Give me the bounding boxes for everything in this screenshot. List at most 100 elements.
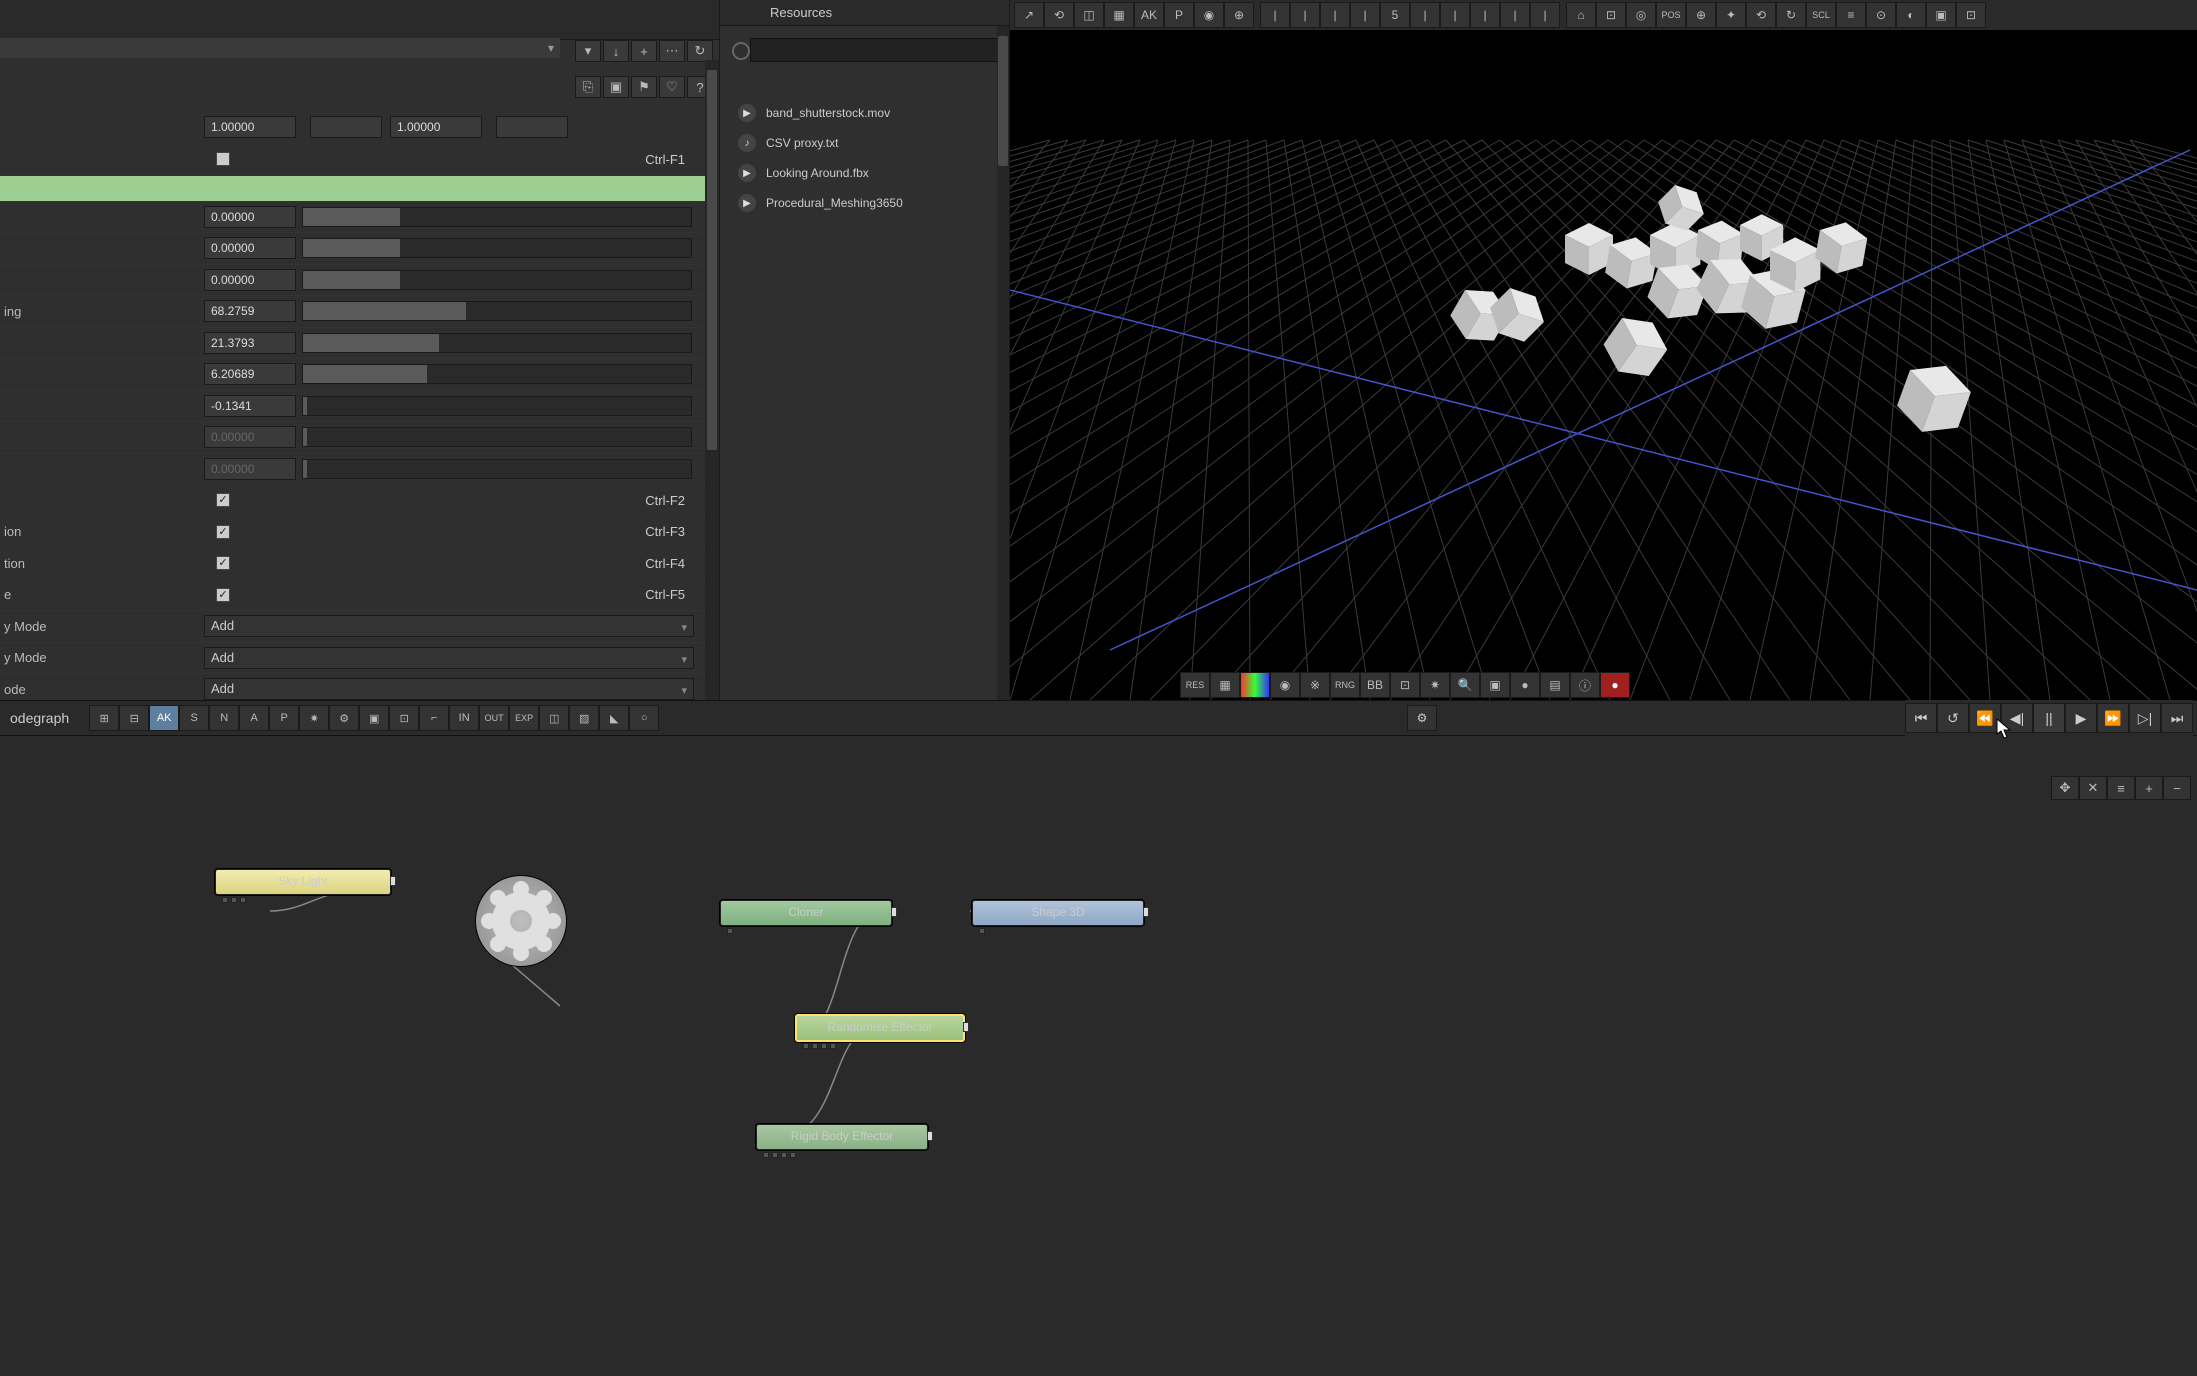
zoom-close-button[interactable]: ✕	[2079, 776, 2107, 800]
zoom-in-button[interactable]: +	[2135, 776, 2163, 800]
zoom-button[interactable]: 🔍	[1450, 672, 1480, 698]
prop-checkbox[interactable]: ✓	[216, 556, 230, 570]
frame-button[interactable]: 5	[1380, 2, 1410, 28]
prop-checkbox[interactable]: ✓	[216, 525, 230, 539]
in-button[interactable]: IN	[449, 705, 479, 731]
playback-step-fwd-button[interactable]: ▷|	[2129, 703, 2161, 733]
resource-item[interactable]: ▶Looking Around.fbx	[720, 158, 1009, 188]
port[interactable]	[812, 1043, 818, 1049]
object-dropdown[interactable]: ▾	[0, 38, 560, 58]
p-button[interactable]: P	[269, 705, 299, 731]
prop-slider[interactable]	[302, 396, 692, 416]
box-button[interactable]: ▣	[359, 705, 389, 731]
port[interactable]	[240, 897, 246, 903]
split-button[interactable]: ◫	[539, 705, 569, 731]
wireframe-button[interactable]: ※	[1300, 672, 1330, 698]
prop-checkbox[interactable]: ✓	[216, 588, 230, 602]
ak-button[interactable]: AK	[149, 705, 179, 731]
res-button[interactable]: RES	[1180, 672, 1210, 698]
playback-play-button[interactable]: ▶	[2065, 703, 2097, 733]
color-button[interactable]	[1240, 672, 1270, 698]
prop-value-input[interactable]: -0.1341	[204, 395, 296, 417]
node-output-port[interactable]	[1143, 907, 1149, 917]
snap-button[interactable]: ▦	[1104, 2, 1134, 28]
scale-button[interactable]: ◫	[1074, 2, 1104, 28]
sel-button[interactable]: ⊡	[389, 705, 419, 731]
tri-button[interactable]: ◣	[599, 705, 629, 731]
focus-button[interactable]: ◎	[1626, 2, 1656, 28]
hatch-button[interactable]: ▨	[569, 705, 599, 731]
node-cloner[interactable]: Cloner	[720, 900, 892, 926]
node-shape-3d[interactable]: Shape 3D	[972, 900, 1144, 926]
header-val-a[interactable]: 1.00000	[204, 116, 296, 138]
node-randomise-effector[interactable]: Randomise Effector	[795, 1014, 965, 1042]
t3-button[interactable]: |	[1320, 2, 1350, 28]
home-button[interactable]: ⌂	[1566, 2, 1596, 28]
t1-button[interactable]: |	[1260, 2, 1290, 28]
grp1-button[interactable]: ⊞	[89, 705, 119, 731]
ak-button[interactable]: AK	[1134, 2, 1164, 28]
t9-button[interactable]: |	[1530, 2, 1560, 28]
node-sky-light[interactable]: Sky Light	[215, 869, 391, 895]
t8-button[interactable]: |	[1500, 2, 1530, 28]
dof-button[interactable]: ◉	[1270, 672, 1300, 698]
bbox-button[interactable]: BB	[1360, 672, 1390, 698]
t6-button[interactable]: |	[1440, 2, 1470, 28]
n-button[interactable]: N	[209, 705, 239, 731]
prop-value-input[interactable]: 68.2759	[204, 300, 296, 322]
prop-dropdown[interactable]: Add	[204, 615, 694, 637]
port[interactable]	[763, 1152, 769, 1158]
port[interactable]	[821, 1043, 827, 1049]
prop-value-input[interactable]: 0.00000	[204, 237, 296, 259]
prop-slider[interactable]	[302, 427, 692, 447]
node-rigid-body-effector[interactable]: Rigid Body Effector	[756, 1124, 928, 1150]
header-slider-b[interactable]	[496, 116, 568, 138]
circ-button[interactable]: ○	[629, 705, 659, 731]
spin-button[interactable]: ↻	[1776, 2, 1806, 28]
fx-button[interactable]: ✷	[299, 705, 329, 731]
exp-button[interactable]: EXP	[509, 705, 539, 731]
filter-circle-icon[interactable]	[732, 42, 750, 60]
resource-item[interactable]: ▶Procedural_Meshing3650	[720, 188, 1009, 218]
resources-scrollbar[interactable]	[997, 26, 1009, 700]
port[interactable]	[772, 1152, 778, 1158]
playback-loop-button[interactable]: ↺	[1937, 703, 1969, 733]
pivot-button[interactable]: ⊕	[1224, 2, 1254, 28]
port[interactable]	[231, 897, 237, 903]
sphere-button[interactable]: ●	[1510, 672, 1540, 698]
grid-button[interactable]: ▦	[1210, 672, 1240, 698]
zoom-out-button[interactable]: −	[2163, 776, 2191, 800]
playback-last-button[interactable]: ⏭	[2161, 703, 2193, 733]
prop-slider[interactable]	[302, 207, 692, 227]
more-button[interactable]: ⋯	[659, 40, 685, 62]
grp2-button[interactable]: ⊟	[119, 705, 149, 731]
fav-button[interactable]: ♡	[659, 76, 685, 98]
rotate-button[interactable]: ⟲	[1044, 2, 1074, 28]
p-button[interactable]: P	[1164, 2, 1194, 28]
s-button[interactable]: S	[179, 705, 209, 731]
rec-button[interactable]: ●	[1600, 672, 1630, 698]
add-button[interactable]: +	[631, 40, 657, 62]
info-button[interactable]: ⓘ	[1570, 672, 1600, 698]
prop-dropdown[interactable]: Add	[204, 647, 694, 669]
prop-slider[interactable]	[302, 364, 692, 384]
scl-button[interactable]: SCL	[1806, 2, 1836, 28]
target-button[interactable]: ◉	[1194, 2, 1224, 28]
resources-scroll-thumb[interactable]	[998, 36, 1008, 166]
nodegraph-canvas[interactable]: Sky Light Cloner Shape 3D Randomise Effe…	[0, 736, 2197, 1373]
port[interactable]	[803, 1043, 809, 1049]
node-output-port[interactable]	[927, 1131, 933, 1141]
down-button[interactable]: ↓	[603, 40, 629, 62]
prop-slider[interactable]	[302, 459, 692, 479]
prop-value-input[interactable]: 6.20689	[204, 363, 296, 385]
playback-pause-button[interactable]: ||	[2033, 703, 2065, 733]
t4-button[interactable]: |	[1350, 2, 1380, 28]
paste-button[interactable]: ▣	[603, 76, 629, 98]
node-output-port[interactable]	[390, 876, 396, 886]
resource-item[interactable]: ♪CSV proxy.txt	[720, 128, 1009, 158]
prop-value-input[interactable]: 0.00000	[204, 426, 296, 448]
viewport-3d[interactable]: ↗⟲◫▦AKP◉⊕||||5|||||⌂⊡◎POS⊕✦⟲↻SCL≡⊙◐▣⊡ RE…	[1010, 0, 2197, 700]
prop-slider[interactable]	[302, 238, 692, 258]
expand-button[interactable]: ▾	[575, 40, 601, 62]
prop-slider[interactable]	[302, 270, 692, 290]
